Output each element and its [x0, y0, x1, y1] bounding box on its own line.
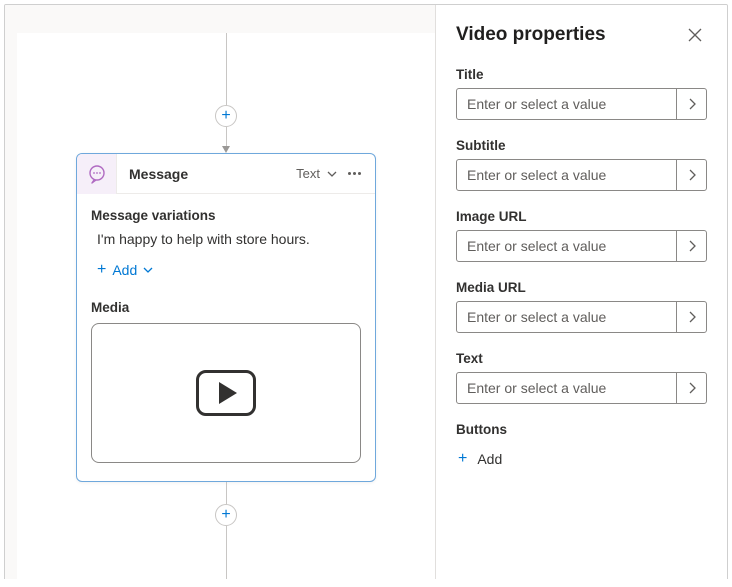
node-body: Message variations I'm happy to help wit…	[77, 194, 375, 481]
node-header: Message Text	[77, 154, 375, 194]
chevron-right-icon	[688, 382, 696, 394]
input-image-url[interactable]	[457, 231, 676, 261]
node-header-controls: Text	[296, 166, 365, 181]
mode-label[interactable]: Text	[296, 166, 320, 181]
input-text[interactable]	[457, 373, 676, 403]
field-media-url: Media URL	[456, 280, 707, 333]
close-icon	[688, 28, 702, 42]
flow-column: +	[66, 33, 386, 582]
picker-button-media-url[interactable]	[676, 302, 706, 332]
picker-button-text[interactable]	[676, 373, 706, 403]
chat-bubble-icon	[87, 164, 107, 184]
play-icon	[196, 370, 256, 416]
connector-line	[226, 526, 227, 582]
close-button[interactable]	[683, 23, 707, 47]
canvas-surface[interactable]: +	[17, 33, 435, 582]
field-label-text: Text	[456, 351, 707, 366]
chevron-down-icon	[143, 265, 153, 275]
add-node-button-top[interactable]: +	[215, 105, 237, 127]
connector-line	[226, 482, 227, 504]
plus-icon: +	[221, 507, 230, 523]
message-node[interactable]: Message Text Message variations	[76, 153, 376, 482]
add-node-button-bottom[interactable]: +	[215, 504, 237, 526]
input-subtitle[interactable]	[457, 160, 676, 190]
more-menu-button[interactable]	[344, 168, 365, 179]
add-button-button[interactable]: + Add	[456, 447, 504, 471]
chevron-right-icon	[688, 169, 696, 181]
node-title: Message	[117, 166, 296, 182]
buttons-section: Buttons + Add	[456, 422, 707, 471]
flow-canvas[interactable]: +	[5, 5, 435, 582]
field-subtitle: Subtitle	[456, 138, 707, 191]
media-heading: Media	[91, 300, 361, 315]
picker-button-title[interactable]	[676, 89, 706, 119]
field-text: Text	[456, 351, 707, 404]
variation-text[interactable]: I'm happy to help with store hours.	[91, 231, 361, 247]
bottom-edge	[4, 579, 728, 587]
input-wrap-text[interactable]	[456, 372, 707, 404]
plus-icon: +	[458, 451, 467, 467]
connector-line	[226, 33, 227, 105]
picker-button-subtitle[interactable]	[676, 160, 706, 190]
app-frame: +	[4, 4, 728, 583]
field-label-subtitle: Subtitle	[456, 138, 707, 153]
media-preview[interactable]	[91, 323, 361, 463]
add-button-label: Add	[477, 451, 502, 467]
panel-title: Video properties	[456, 24, 606, 46]
input-wrap-media-url[interactable]	[456, 301, 707, 333]
input-title[interactable]	[457, 89, 676, 119]
variations-heading: Message variations	[91, 208, 361, 223]
picker-button-image-url[interactable]	[676, 231, 706, 261]
add-variation-button[interactable]: + Add	[91, 262, 153, 278]
panel-header: Video properties	[456, 23, 707, 47]
field-image-url: Image URL	[456, 209, 707, 262]
plus-icon: +	[97, 262, 106, 278]
input-media-url[interactable]	[457, 302, 676, 332]
add-variation-label: Add	[112, 262, 137, 278]
play-triangle-icon	[219, 382, 237, 404]
plus-icon: +	[221, 108, 230, 124]
chevron-right-icon	[688, 311, 696, 323]
buttons-heading: Buttons	[456, 422, 707, 437]
field-label-media-url: Media URL	[456, 280, 707, 295]
input-wrap-image-url[interactable]	[456, 230, 707, 262]
properties-panel: Video properties Title Subtitle	[435, 5, 727, 582]
chevron-down-icon[interactable]	[326, 168, 338, 180]
arrowhead-icon	[222, 146, 230, 153]
chevron-right-icon	[688, 98, 696, 110]
input-wrap-title[interactable]	[456, 88, 707, 120]
media-section: Media	[91, 300, 361, 463]
connector-line	[226, 127, 227, 147]
input-wrap-subtitle[interactable]	[456, 159, 707, 191]
field-title: Title	[456, 67, 707, 120]
field-label-title: Title	[456, 67, 707, 82]
node-type-icon-box	[77, 154, 117, 194]
field-label-image-url: Image URL	[456, 209, 707, 224]
chevron-right-icon	[688, 240, 696, 252]
